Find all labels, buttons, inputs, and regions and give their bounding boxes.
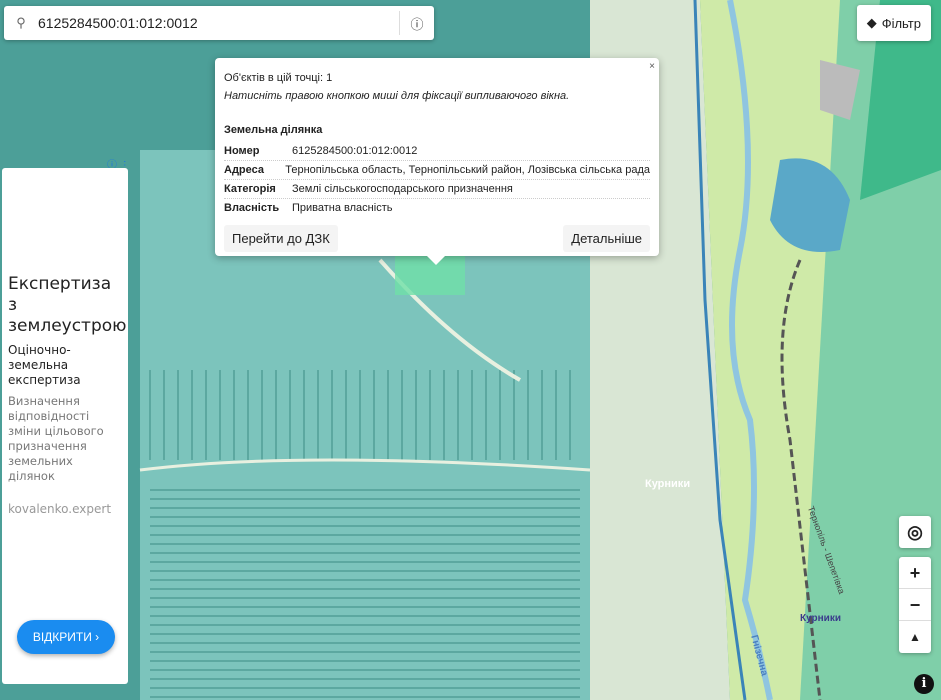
cadastral-search-input[interactable]: [38, 15, 399, 31]
row-key: Власність: [224, 202, 280, 214]
row-value: Приватна власність: [292, 202, 393, 214]
attribution-info-icon[interactable]: i: [914, 674, 934, 694]
search-icon: ⚲: [16, 15, 26, 30]
compass-north-icon[interactable]: ▲: [899, 621, 931, 653]
row-value: Землі сільськогосподарського призначення: [292, 183, 513, 195]
filter-button[interactable]: ◆ Фільтр: [856, 5, 931, 41]
row-value: 6125284500:01:012:0012: [292, 145, 418, 157]
popup-hint: Натисніть правою кнопкою миші для фіксац…: [224, 90, 570, 102]
section-title: Земельна ділянка: [224, 124, 323, 136]
details-button[interactable]: Детальніше: [563, 225, 650, 252]
row-key: Адреса: [224, 164, 264, 176]
info-row-address: Адреса Тернопільська область, Тернопільсь…: [224, 161, 650, 180]
ad-description: Визначення відповідності зміни цільового…: [8, 394, 104, 483]
row-key: Категорія: [224, 183, 276, 195]
zoom-controls: + − ▲: [899, 557, 931, 653]
map-label-station: Курники: [800, 613, 841, 624]
locate-button[interactable]: ◎: [899, 516, 931, 548]
row-value: Тернопільська область, Тернопільський ра…: [285, 164, 650, 176]
go-to-dzk-button[interactable]: Перейти до ДЗК: [224, 225, 338, 252]
object-count: Об'єктів в цій точці: 1: [224, 72, 333, 84]
zoom-in-button[interactable]: +: [899, 557, 931, 589]
info-row-number: Номер 6125284500:01:012:0012: [224, 142, 650, 161]
info-row-ownership: Власність Приватна власність: [224, 199, 650, 217]
close-icon[interactable]: ×: [649, 61, 655, 72]
search-bar: ⚲ ⓘ: [4, 6, 434, 40]
zoom-out-button[interactable]: −: [899, 589, 931, 621]
info-row-category: Категорія Землі сільськогосподарського пр…: [224, 180, 650, 199]
row-key: Номер: [224, 145, 260, 157]
ad-title: Експертиза з землеустрою: [8, 274, 127, 336]
layers-icon: ◆: [866, 15, 877, 30]
ad-url[interactable]: kovalenko.expert: [8, 502, 122, 516]
filter-label: Фільтр: [881, 15, 921, 31]
ad-subtitle: Оціночно-земельна експертиза: [8, 343, 81, 387]
info-icon[interactable]: ⓘ: [400, 14, 434, 33]
ad-open-button[interactable]: ВІДКРИТИ ›: [17, 620, 115, 654]
parcel-popup: × Об'єктів в цій точці: 1 Натисніть прав…: [215, 58, 659, 265]
ad-banner[interactable]: Експертиза з землеустрою Оціночно-земель…: [2, 168, 128, 684]
locate-icon[interactable]: ◎: [899, 516, 931, 548]
map-label-village: Курники: [645, 478, 691, 490]
